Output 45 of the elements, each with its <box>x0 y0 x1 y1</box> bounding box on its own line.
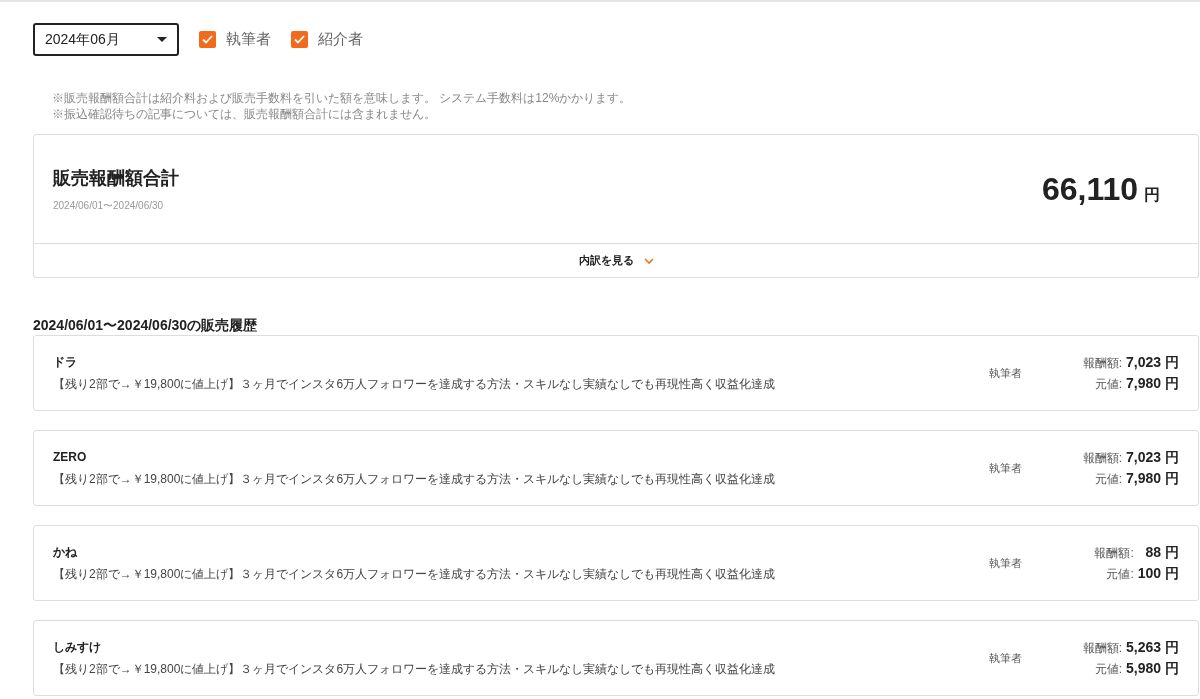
note-text: ※販売報酬額合計は紹介料および販売手数料を引いた額を意味します。 システム手数料は12%かかります。 <box>52 90 633 106</box>
reward-label: 報酬額: <box>1081 640 1123 657</box>
reward-amount: 7,023 円 <box>1126 448 1179 467</box>
price-amount: 100 円 <box>1137 564 1179 583</box>
checkbox-label[interactable]: 執筆者 <box>226 28 271 51</box>
history-title: 2024/06/01〜2024/06/30の販売履歴 <box>33 316 259 334</box>
reward-label: 報酬額: <box>1081 450 1123 467</box>
currency-unit: 円 <box>1144 185 1160 205</box>
price-label: 元値: <box>1093 661 1123 678</box>
buyer-name: ZERO <box>53 449 88 466</box>
checkbox[interactable] <box>199 31 216 48</box>
checkbox-label[interactable]: 紹介者 <box>318 28 363 51</box>
role-label: 執筆者 <box>989 555 1023 571</box>
reward-amount: 5,263 円 <box>1126 638 1179 657</box>
reward-amount: 88 円 <box>1144 543 1179 562</box>
buyer-name: かね <box>53 544 78 561</box>
price-label: 元値: <box>1105 566 1134 583</box>
reward-amount: 7,023 円 <box>1126 353 1179 372</box>
note-text: ※振込確認待ちの記事については、販売報酬額合計には含まれません。 <box>52 106 437 122</box>
checkbox[interactable] <box>291 31 308 48</box>
checkmark-icon <box>202 35 213 44</box>
price-amount: 7,980 円 <box>1126 469 1179 488</box>
price-label: 元値: <box>1093 376 1123 393</box>
article-title: 【残り2部で→￥19,800に値上げ】３ヶ月でインスタ6万人フォロワーを達成する方法・スキルなし実績なしでも再現性高く収益化達成 <box>53 566 777 583</box>
price-amount: 7,980 円 <box>1126 374 1179 393</box>
reward-label: 報酬額: <box>1081 355 1123 372</box>
reward-label: 報酬額: <box>1093 545 1134 562</box>
summary-title: 販売報酬額合計 <box>53 167 179 190</box>
checkmark-icon <box>294 35 305 44</box>
price-label: 元値: <box>1093 471 1123 488</box>
article-title: 【残り2部で→￥19,800に値上げ】３ヶ月でインスタ6万人フォロワーを達成する方法・スキルなし実績なしでも再現性高く収益化達成 <box>53 661 777 678</box>
article-title: 【残り2部で→￥19,800に値上げ】３ヶ月でインスタ6万人フォロワーを達成する方法・スキルなし実績なしでも再現性高く収益化達成 <box>53 471 777 488</box>
role-label: 執筆者 <box>989 460 1023 476</box>
buyer-name: ドラ <box>53 354 78 371</box>
role-label: 執筆者 <box>989 650 1023 666</box>
summary-period: 2024/06/01〜2024/06/30 <box>53 199 165 213</box>
role-label: 執筆者 <box>989 365 1023 381</box>
price-amount: 5,980 円 <box>1126 659 1179 678</box>
buyer-name: しみすけ <box>53 639 102 656</box>
article-title: 【残り2部で→￥19,800に値上げ】３ヶ月でインスタ6万人フォロワーを達成する方法・スキルなし実績なしでも再現性高く収益化達成 <box>53 376 777 393</box>
caret-icon <box>157 37 167 42</box>
total-amount: 66,110 <box>1041 170 1138 209</box>
chevron-down-icon <box>643 257 654 264</box>
month-dropdown[interactable]: 2024年06月 <box>33 23 179 56</box>
breakdown-toggle[interactable]: 内訳を見る <box>33 244 1199 278</box>
